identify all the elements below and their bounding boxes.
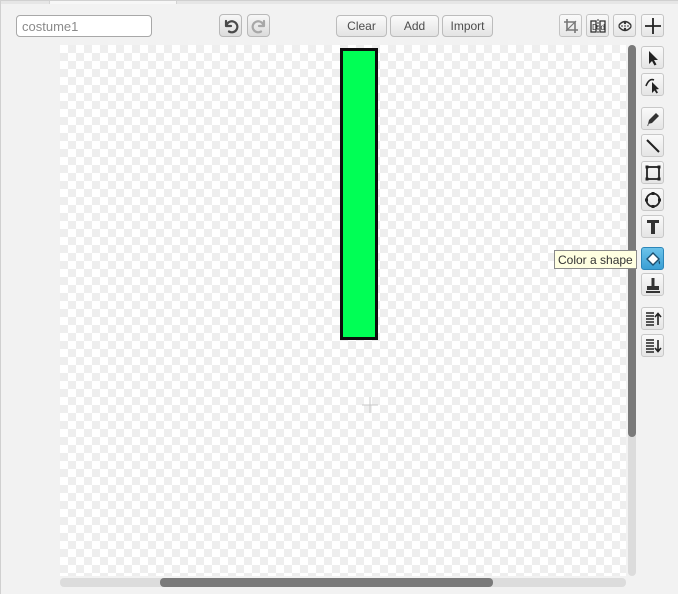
tool-fill[interactable] xyxy=(641,247,664,270)
tab-edge xyxy=(49,1,177,4)
green-rectangle-shape[interactable] xyxy=(340,48,378,340)
tool-select[interactable] xyxy=(641,46,664,69)
arrow-select-icon xyxy=(648,50,658,65)
text-icon xyxy=(646,219,659,234)
reshape-icon xyxy=(644,78,659,93)
tool-bring-forward[interactable] xyxy=(641,307,664,330)
flip-vertical-button[interactable] xyxy=(613,14,636,37)
tool-send-backward[interactable] xyxy=(641,334,664,357)
tool-reshape[interactable] xyxy=(641,73,664,96)
tool-line[interactable] xyxy=(641,134,664,157)
flip-horizontal-icon: D d xyxy=(589,18,606,33)
crop-icon xyxy=(563,18,578,33)
set-costume-center-icon xyxy=(644,17,661,34)
redo-button[interactable] xyxy=(247,14,270,37)
redo-icon xyxy=(251,19,265,33)
flip-vertical-icon xyxy=(617,20,632,31)
rectangle-icon xyxy=(645,165,660,180)
pencil-icon xyxy=(646,112,659,126)
svg-text:d: d xyxy=(600,23,604,32)
add-button[interactable]: Add xyxy=(390,15,439,37)
paint-editor: Clear Add Import D d xyxy=(0,0,678,594)
tool-rectangle[interactable] xyxy=(641,161,664,184)
ellipse-icon xyxy=(644,191,661,208)
tool-text[interactable] xyxy=(641,215,664,238)
tool-pencil[interactable] xyxy=(641,107,664,130)
tool-tooltip: Color a shape xyxy=(554,250,637,269)
flip-horizontal-button[interactable]: D d xyxy=(586,14,609,37)
set-center-button[interactable] xyxy=(641,14,664,37)
svg-text:D: D xyxy=(592,23,598,32)
line-icon xyxy=(645,138,660,153)
paint-bucket-icon xyxy=(645,251,660,266)
stamp-icon xyxy=(645,277,660,293)
costume-name-input[interactable] xyxy=(16,15,152,37)
clear-button[interactable]: Clear xyxy=(336,15,387,37)
vertical-scrollbar-thumb[interactable] xyxy=(628,45,636,437)
tool-duplicate[interactable] xyxy=(641,273,664,296)
drawing-canvas[interactable] xyxy=(60,45,626,576)
costume-center-crosshair xyxy=(362,397,378,413)
crop-button[interactable] xyxy=(559,14,582,37)
horizontal-scrollbar-thumb[interactable] xyxy=(160,578,493,587)
tab-strip xyxy=(1,1,678,4)
undo-button[interactable] xyxy=(219,14,242,37)
undo-icon xyxy=(224,19,238,33)
bring-forward-icon xyxy=(645,311,662,326)
import-button[interactable]: Import xyxy=(442,15,493,37)
send-backward-icon xyxy=(645,338,662,353)
tool-ellipse[interactable] xyxy=(641,188,664,211)
